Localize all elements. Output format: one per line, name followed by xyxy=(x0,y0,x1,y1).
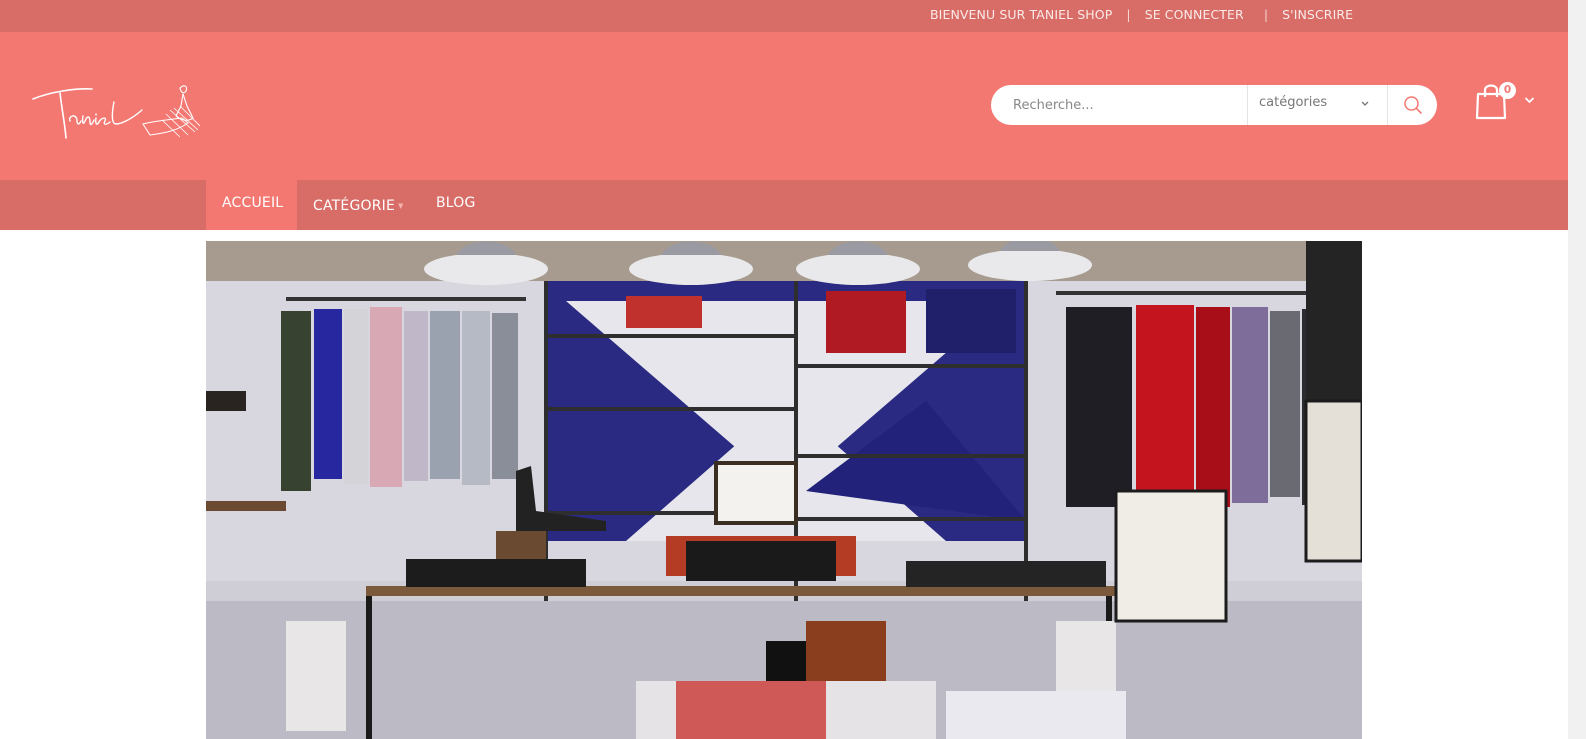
scrollbar[interactable] xyxy=(1568,0,1586,739)
cart-count-badge: 0 xyxy=(1499,82,1516,99)
welcome-text: BIENVENU SUR TANIEL SHOP xyxy=(930,7,1113,22)
nav-item-blog[interactable]: BLOG xyxy=(436,180,476,230)
nav-item-label: BLOG xyxy=(436,195,476,211)
separator: | xyxy=(1263,7,1269,22)
separator: | xyxy=(1126,7,1131,22)
search-button[interactable] xyxy=(1388,85,1437,125)
caret-down-icon: ▼ xyxy=(398,202,404,210)
login-link[interactable]: SE CONNECTER xyxy=(1145,7,1244,22)
search-bar: catégories xyxy=(991,85,1437,125)
nav-item-label: CATÉGORIE xyxy=(313,198,396,214)
main-nav: ACCUEIL CATÉGORIE ▼ BLOG xyxy=(0,180,1568,230)
top-links: BIENVENU SUR TANIEL SHOP | SE CONNECTER … xyxy=(930,7,1353,22)
search-input[interactable] xyxy=(991,85,1247,125)
register-link[interactable]: S'INSCRIRE xyxy=(1282,7,1353,22)
top-bar: BIENVENU SUR TANIEL SHOP | SE CONNECTER … xyxy=(0,0,1568,32)
nav-item-label: ACCUEIL xyxy=(222,195,284,211)
chevron-down-icon xyxy=(1361,101,1369,106)
hero-image xyxy=(206,241,1362,739)
nav-item-home[interactable]: ACCUEIL xyxy=(206,180,297,230)
search-icon xyxy=(1403,96,1422,114)
category-select[interactable]: catégories xyxy=(1248,85,1388,125)
category-select-value: catégories xyxy=(1259,95,1328,110)
chevron-down-icon[interactable] xyxy=(1524,96,1535,105)
nav-item-category[interactable]: CATÉGORIE ▼ xyxy=(313,180,404,230)
logo[interactable] xyxy=(30,80,200,142)
page: BIENVENU SUR TANIEL SHOP | SE CONNECTER … xyxy=(0,0,1586,739)
header: catégories xyxy=(0,32,1568,180)
